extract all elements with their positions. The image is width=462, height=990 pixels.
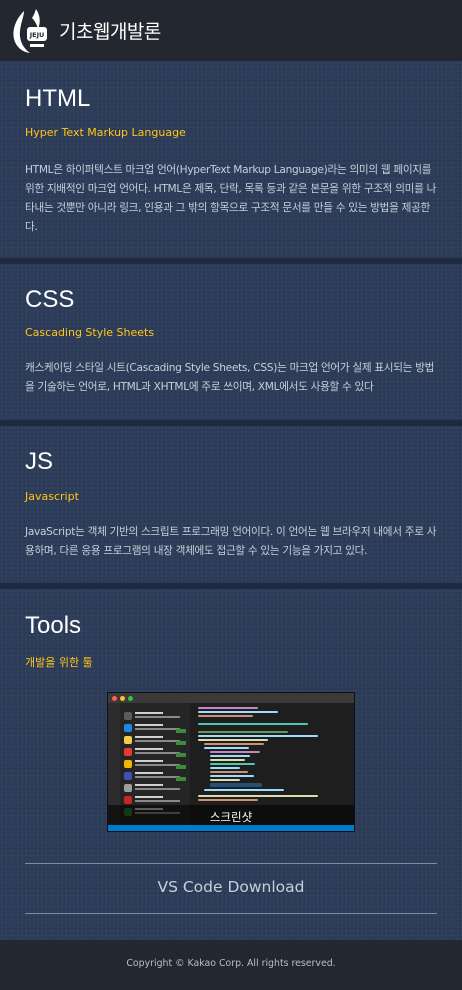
window-titlebar: [108, 693, 354, 703]
section-description: HTML은 하이퍼텍스트 마크업 언어(HyperText Markup Lan…: [25, 164, 437, 233]
vscode-screenshot[interactable]: 스크린샷: [107, 692, 355, 832]
extension-item: [124, 771, 186, 782]
section-subtitle: Hyper Text Markup Language: [25, 126, 186, 139]
site-title[interactable]: 기초웹개발론: [59, 17, 161, 44]
copyright-text: Copyright © Kakao Corp. All rights reser…: [126, 958, 336, 969]
extension-item: [124, 723, 186, 734]
svg-text:JEJU: JEJU: [29, 31, 45, 39]
section-title: HTML: [25, 85, 91, 112]
vscode-download-link[interactable]: VS Code Download: [25, 864, 437, 912]
section-title: JS: [25, 448, 54, 475]
section-title: Tools: [25, 612, 82, 639]
section-subtitle: Cascading Style Sheets: [25, 326, 155, 339]
extension-item: [124, 735, 186, 746]
maximize-dot-icon: [128, 695, 133, 701]
jeju-logo-icon[interactable]: JEJU: [10, 7, 50, 55]
site-footer: Copyright © Kakao Corp. All rights reser…: [0, 940, 462, 990]
section-subtitle: 개발을 위한 툴: [25, 656, 93, 669]
extension-item: [124, 711, 186, 722]
close-dot-icon: [112, 695, 117, 701]
extension-item: [124, 759, 186, 770]
section-html: HTML Hyper Text Markup Language HTML은 하이…: [0, 61, 462, 258]
screenshot-caption: 스크린샷: [209, 810, 253, 824]
extension-item: [124, 747, 186, 758]
section-description: 캐스케이딩 스타일 시트(Cascading Style Sheets, CSS…: [25, 362, 435, 393]
minimize-dot-icon: [120, 695, 125, 701]
site-header: JEJU 기초웹개발론: [0, 0, 462, 61]
section-description: JavaScript는 객체 기반의 스크립트 프로그래밍 언어이다. 이 언어…: [25, 526, 437, 557]
section-js: JS Javascript JavaScript는 객체 기반의 스크립트 프로…: [0, 426, 462, 583]
section-css: CSS Cascading Style Sheets 캐스케이딩 스타일 시트(…: [0, 264, 462, 420]
divider-line: [25, 913, 437, 914]
extension-item: [124, 783, 186, 794]
status-bar: [108, 825, 354, 831]
section-subtitle: Javascript: [25, 490, 79, 503]
section-title: CSS: [25, 286, 75, 313]
